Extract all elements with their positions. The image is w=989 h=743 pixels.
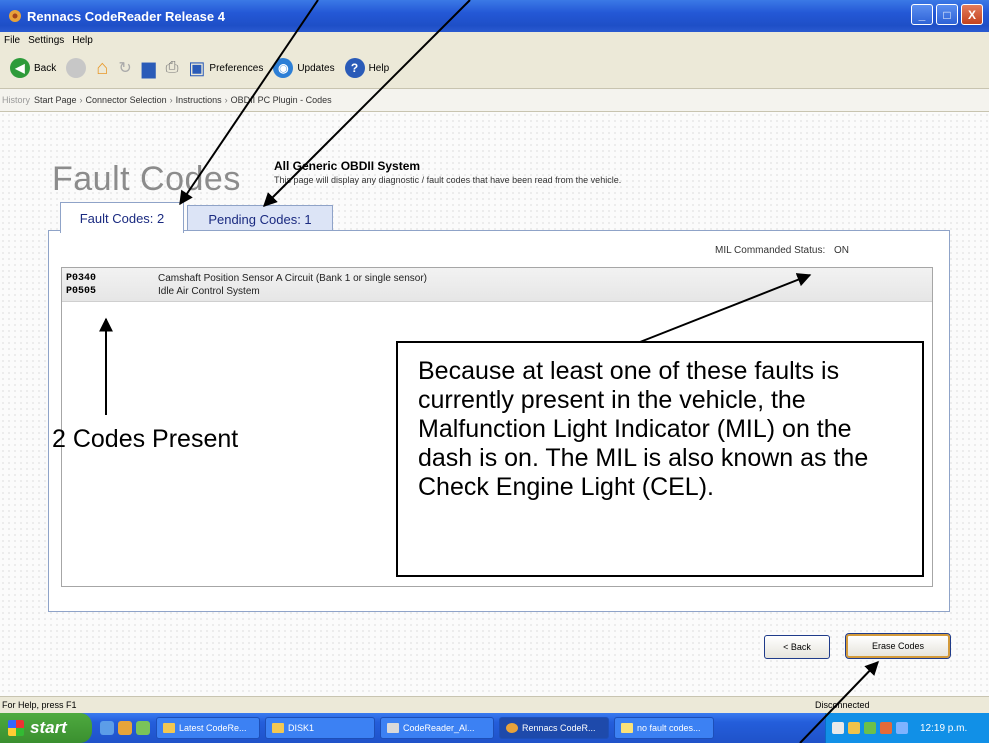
document-icon: [387, 723, 399, 733]
home-icon[interactable]: ⌂: [96, 57, 108, 80]
app-icon: [506, 723, 518, 733]
quick-launch-icon[interactable]: [100, 721, 114, 735]
menu-settings[interactable]: Settings: [28, 35, 64, 46]
code-description: Idle Air Control System: [158, 286, 260, 297]
page-title: Fault Codes: [52, 160, 241, 198]
window-controls: _ □ X: [911, 4, 983, 25]
quick-launch: [100, 721, 150, 735]
maximize-button[interactable]: □: [936, 4, 958, 25]
quick-launch-icon[interactable]: [136, 721, 150, 735]
preferences-icon: ▣: [188, 57, 206, 78]
breadcrumb-start-page[interactable]: Start Page: [34, 95, 77, 105]
system-tray: 12:19 p.m.: [825, 713, 989, 743]
preferences-button[interactable]: ▣ Preferences: [188, 58, 263, 79]
title-bar: Rennacs CodeReader Release 4 _ □ X: [0, 0, 989, 32]
breadcrumb-instructions[interactable]: Instructions: [176, 95, 222, 105]
breadcrumb-connector-selection[interactable]: Connector Selection: [86, 95, 167, 105]
code-id: P0340: [66, 273, 97, 284]
taskbar-item-active[interactable]: Rennacs CodeR...: [499, 717, 609, 739]
tab-fault-codes[interactable]: Fault Codes: 2: [60, 202, 184, 233]
help-button[interactable]: ? Help: [344, 58, 390, 78]
note-icon: [621, 723, 633, 733]
window-title: Rennacs CodeReader Release 4: [27, 8, 225, 24]
globe-icon: ◉: [273, 58, 294, 78]
taskbar-item-label: DISK1: [288, 723, 315, 733]
folder-icon: [163, 723, 175, 733]
breadcrumb: History Start Page › Connector Selection…: [0, 88, 989, 112]
clock: 12:19 p.m.: [920, 722, 968, 734]
preferences-label: Preferences: [209, 62, 264, 74]
connection-status: Disconnected: [815, 700, 870, 710]
mil-status-label: MIL Commanded Status:: [714, 245, 826, 256]
windows-flag-icon: [8, 720, 24, 736]
updates-button[interactable]: ◉ Updates: [273, 58, 335, 78]
menu-file[interactable]: File: [4, 35, 20, 46]
mil-status-value: ON: [834, 245, 849, 256]
save-icon[interactable]: ▆: [142, 58, 156, 79]
taskbar-item-label: no fault codes...: [637, 723, 701, 733]
taskbar-item-label: Rennacs CodeR...: [522, 723, 596, 733]
code-description: Camshaft Position Sensor A Circuit (Bank…: [158, 273, 428, 284]
breadcrumb-separator: ›: [224, 95, 228, 105]
system-description: This page will display any diagnostic / …: [274, 175, 622, 185]
close-button[interactable]: X: [961, 4, 983, 25]
system-title: All Generic OBDII System: [274, 159, 421, 173]
taskbar-item[interactable]: DISK1: [265, 717, 375, 739]
minimize-button[interactable]: _: [911, 4, 933, 25]
folder-icon: [272, 723, 284, 733]
refresh-icon[interactable]: ↻: [118, 58, 131, 78]
menu-help[interactable]: Help: [72, 35, 93, 46]
code-row[interactable]: P0340 Camshaft Position Sensor A Circuit…: [62, 272, 932, 285]
taskbar-item[interactable]: Latest CodeRe...: [156, 717, 260, 739]
erase-codes-button[interactable]: Erase Codes: [845, 633, 951, 659]
mil-status: MIL Commanded Status: ON: [715, 245, 849, 256]
back-arrow-icon: ◀: [10, 58, 30, 78]
breadcrumb-separator: ›: [79, 95, 83, 105]
back-button[interactable]: < Back: [764, 635, 830, 659]
start-button[interactable]: start: [0, 713, 92, 743]
toolbar: ◀ Back ⌂ ↻ ▆ ⎙ ▣ Preferences ◉ Updates ?…: [0, 48, 989, 88]
tray-icon[interactable]: [896, 722, 908, 734]
print-icon[interactable]: ⎙: [166, 59, 179, 77]
status-bar: For Help, press F1 Disconnected: [0, 696, 989, 713]
mil-callout: Because at least one of these faults is …: [396, 341, 924, 577]
menu-bar: File Settings Help: [0, 32, 989, 48]
codes-present-label: 2 Codes Present: [52, 425, 239, 453]
tab-pending-codes[interactable]: Pending Codes: 1: [187, 205, 333, 233]
breadcrumb-separator: ›: [169, 95, 173, 105]
taskbar-item[interactable]: CodeReader_Al...: [380, 717, 494, 739]
tray-icon[interactable]: [864, 722, 876, 734]
back-label: Back: [34, 62, 57, 74]
updates-label: Updates: [297, 62, 335, 74]
back-toolbar-button[interactable]: ◀ Back: [10, 58, 56, 78]
tray-icon[interactable]: [832, 722, 844, 734]
help-label: Help: [368, 62, 390, 74]
tray-icon[interactable]: [848, 722, 860, 734]
start-label: start: [30, 718, 67, 737]
app-icon: [9, 10, 21, 22]
breadcrumb-current: OBDII PC Plugin - Codes: [230, 95, 332, 105]
tray-icon[interactable]: [880, 722, 892, 734]
status-help-text: For Help, press F1: [2, 700, 77, 710]
code-row[interactable]: P0505 Idle Air Control System: [62, 285, 932, 298]
help-icon: ?: [344, 58, 365, 78]
code-id: P0505: [66, 286, 97, 297]
taskbar: start Latest CodeRe... DISK1 CodeReader_…: [0, 713, 989, 743]
taskbar-item-label: CodeReader_Al...: [403, 723, 475, 733]
forward-arrow-icon[interactable]: [66, 58, 87, 78]
taskbar-item[interactable]: no fault codes...: [614, 717, 714, 739]
quick-launch-icon[interactable]: [118, 721, 132, 735]
history-label: History: [2, 95, 31, 105]
taskbar-item-label: Latest CodeRe...: [179, 723, 247, 733]
